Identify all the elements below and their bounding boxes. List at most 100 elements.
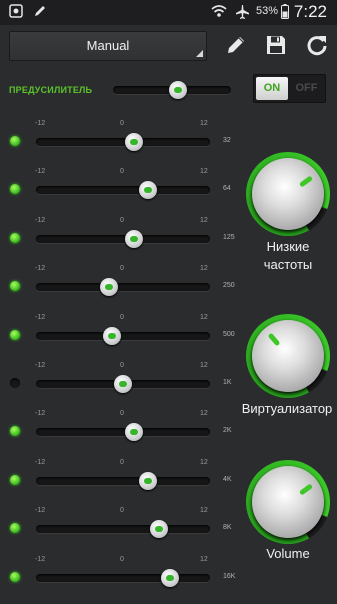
dial-knob[interactable] <box>252 320 324 392</box>
scale-mid-label: 0 <box>120 507 124 515</box>
scale-max-label: 12 <box>200 313 208 321</box>
dial-indicator-icon <box>267 332 281 347</box>
scale-max-label: 12 <box>200 362 208 369</box>
scale-mid-label: 0 <box>120 120 124 127</box>
band-slider-thumb[interactable] <box>161 568 180 587</box>
band-led-icon[interactable] <box>10 184 20 195</box>
band-led-icon[interactable] <box>10 329 20 340</box>
band-led-icon[interactable] <box>10 523 20 534</box>
preset-label: Manual <box>86 38 130 53</box>
scale-mid-label: 0 <box>120 410 124 418</box>
dial-label: Низкие частоты <box>263 239 313 272</box>
band-slider[interactable] <box>36 375 210 393</box>
thumb-grip-icon <box>166 574 175 581</box>
status-bar: 53% 7:22 <box>0 0 337 25</box>
thumb-grip-icon <box>129 235 138 242</box>
band-led-icon[interactable] <box>10 136 20 146</box>
band-slider[interactable] <box>36 181 210 200</box>
band-frequency-label: 8K <box>223 524 232 532</box>
battery-percent: 53% <box>256 5 279 17</box>
dial-0[interactable] <box>246 152 330 236</box>
scale-mid-label: 0 <box>120 265 124 273</box>
thumb-grip-icon <box>104 284 113 291</box>
wifi-icon <box>211 5 227 17</box>
band-slider-thumb[interactable] <box>150 520 169 539</box>
band-slider[interactable] <box>36 133 210 151</box>
eq-band-125: -12 0 12 125 <box>0 217 240 265</box>
dial-1[interactable] <box>246 314 330 398</box>
dial-knob[interactable] <box>252 158 324 230</box>
thumb-grip-icon <box>144 187 153 194</box>
scale-min-label: -12 <box>35 507 46 515</box>
band-frequency-label: 64 <box>223 185 231 193</box>
band-frequency-label: 1K <box>223 379 232 386</box>
band-frequency-label: 16K <box>223 572 236 580</box>
scale-min-label: -12 <box>35 458 46 466</box>
band-frequency-label: 125 <box>223 233 235 241</box>
preamp-slider-thumb[interactable] <box>168 81 187 99</box>
band-frequency-label: 2K <box>223 427 232 435</box>
dial-label: Виртуализатор <box>241 401 333 416</box>
eq-band-500: -12 0 12 500 <box>0 314 240 362</box>
thumb-grip-icon <box>129 429 138 436</box>
scale-max-label: 12 <box>200 410 208 418</box>
eq-band-2K: -12 0 12 2K <box>0 410 240 458</box>
scale-mid-label: 0 <box>120 362 124 369</box>
scale-max-label: 12 <box>200 458 208 466</box>
band-led-icon[interactable] <box>10 426 20 437</box>
preamp-slider[interactable] <box>113 81 231 99</box>
band-slider-thumb[interactable] <box>99 278 118 297</box>
scale-max-label: 12 <box>200 507 208 515</box>
band-led-icon[interactable] <box>10 378 20 388</box>
band-slider-thumb[interactable] <box>124 423 143 442</box>
band-slider-thumb[interactable] <box>139 181 158 200</box>
band-slider[interactable] <box>36 520 210 539</box>
scale-max-label: 12 <box>200 168 208 176</box>
preset-dropdown[interactable]: Manual <box>9 31 207 61</box>
band-slider[interactable] <box>36 229 210 248</box>
scale-mid-label: 0 <box>120 555 124 563</box>
scale-max-label: 12 <box>200 216 208 224</box>
band-slider-thumb[interactable] <box>124 229 143 248</box>
scale-max-label: 12 <box>200 120 208 127</box>
screenshot-icon <box>9 4 23 18</box>
band-slider[interactable] <box>36 471 210 490</box>
scale-min-label: -12 <box>35 168 46 176</box>
band-led-icon[interactable] <box>10 232 20 243</box>
band-slider-thumb[interactable] <box>139 471 158 490</box>
thumb-grip-icon <box>173 87 182 93</box>
band-led-icon[interactable] <box>10 571 20 582</box>
dial-2[interactable] <box>246 460 330 544</box>
band-frequency-label: 250 <box>223 282 235 290</box>
dial-knob[interactable] <box>252 466 324 538</box>
band-led-icon[interactable] <box>10 281 20 292</box>
scale-min-label: -12 <box>35 555 46 563</box>
eq-band-16K: -12 0 12 16K <box>0 556 240 604</box>
scale-min-label: -12 <box>35 120 46 127</box>
scale-min-label: -12 <box>35 362 46 369</box>
band-slider[interactable] <box>36 423 210 442</box>
dropdown-corner-icon <box>196 50 203 57</box>
band-slider-thumb[interactable] <box>124 133 143 151</box>
band-led-icon[interactable] <box>10 474 20 485</box>
band-slider[interactable] <box>36 326 210 345</box>
clock: 7:22 <box>293 2 327 21</box>
thumb-grip-icon <box>155 526 164 533</box>
band-slider[interactable] <box>36 568 210 587</box>
eq-band-250: -12 0 12 250 <box>0 265 240 313</box>
scale-min-label: -12 <box>35 410 46 418</box>
eq-band-32: -12 0 12 32 <box>0 120 240 168</box>
band-frequency-label: 32 <box>223 137 231 144</box>
scale-min-label: -12 <box>35 313 46 321</box>
band-slider-thumb[interactable] <box>103 326 122 345</box>
reset-icon[interactable] <box>305 33 329 57</box>
band-slider-thumb[interactable] <box>114 375 132 393</box>
band-slider[interactable] <box>36 278 210 297</box>
preamp-label: ПРЕДУСИЛИТЕЛЬ <box>9 85 93 95</box>
band-frequency-label: 4K <box>223 475 232 483</box>
eq-power-switch[interactable]: ON OFF <box>253 74 326 103</box>
battery-icon <box>281 4 289 19</box>
edit-icon[interactable] <box>224 33 248 57</box>
save-icon[interactable] <box>264 33 288 57</box>
scale-mid-label: 0 <box>120 458 124 466</box>
